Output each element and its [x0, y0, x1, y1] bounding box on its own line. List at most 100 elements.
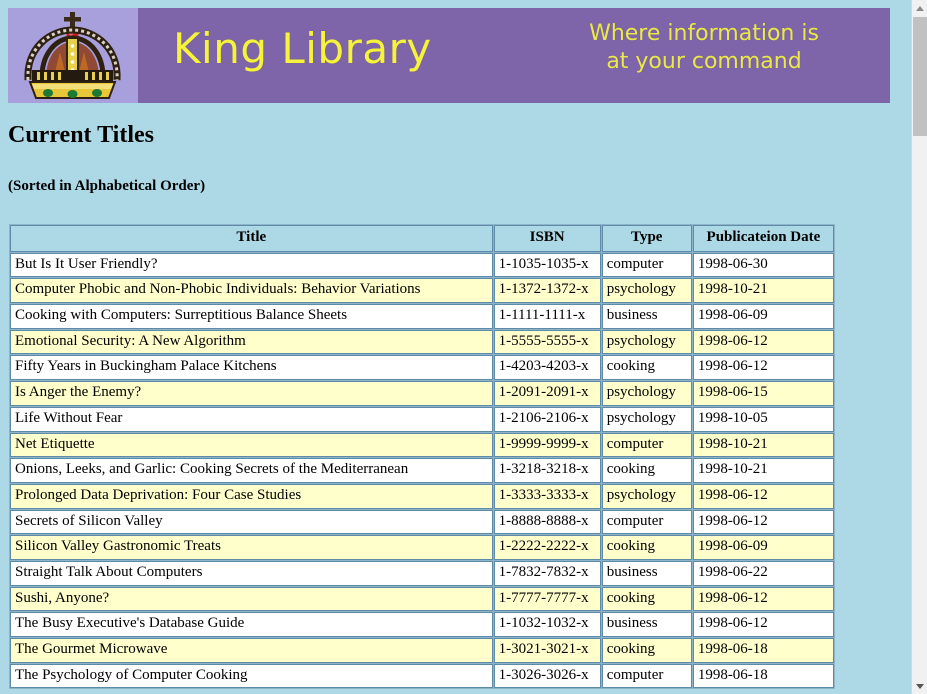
cell-type: business: [601, 304, 692, 329]
cell-isbn: 1-1035-1035-x: [493, 252, 601, 278]
cell-isbn: 1-5555-5555-x: [493, 329, 601, 355]
table-row: Silicon Valley Gastronomic Treats 1-2222-…: [10, 535, 834, 560]
column-header-isbn: ISBN: [493, 225, 601, 252]
cell-date: 1998-06-18: [692, 663, 834, 689]
table-row: Emotional Security: A New Algorithm 1-555…: [10, 329, 834, 355]
table-header-row: Title ISBN Type Publicateion Date: [10, 225, 834, 252]
cell-date: 1998-10-21: [692, 458, 834, 483]
cell-type: cooking: [601, 355, 692, 381]
current-titles-table: Title ISBN Type Publicateion Date But Is…: [9, 224, 835, 690]
table-row: Onions, Leeks, and Garlic: Cooking Secre…: [10, 458, 834, 483]
cell-title: The Gourmet Microwave: [10, 638, 493, 663]
table-row: The Gourmet Microwave 1-3021-3021-x cookin…: [10, 638, 834, 663]
cell-title: Life Without Fear: [10, 406, 493, 432]
cell-title: Prolonged Data Deprivation: Four Case St…: [10, 483, 493, 509]
banner-tagline: Where information is at your command: [534, 20, 874, 76]
cell-date: 1998-06-12: [692, 612, 834, 637]
table-row: Secrets of Silicon Valley 1-8888-8888-x co…: [10, 509, 834, 535]
table-row: Computer Phobic and Non-Phobic Individua…: [10, 278, 834, 304]
cell-isbn: 1-3026-3026-x: [493, 663, 601, 689]
cell-title: Emotional Security: A New Algorithm: [10, 329, 493, 355]
cell-title: Silicon Valley Gastronomic Treats: [10, 535, 493, 560]
page-viewport: King Library Where information is at you…: [0, 0, 911, 694]
cell-type: psychology: [601, 278, 692, 304]
table-row: Net Etiquette 1-9999-9999-x computer 1998-1…: [10, 432, 834, 458]
cell-date: 1998-06-15: [692, 381, 834, 406]
cell-type: cooking: [601, 586, 692, 612]
cell-date: 1998-06-12: [692, 483, 834, 509]
cell-title: Computer Phobic and Non-Phobic Individua…: [10, 278, 493, 304]
cell-type: computer: [601, 663, 692, 689]
cell-date: 1998-10-21: [692, 278, 834, 304]
scrollbar-thumb[interactable]: [913, 17, 927, 136]
cell-title: Onions, Leeks, and Garlic: Cooking Secre…: [10, 458, 493, 483]
cell-date: 1998-06-30: [692, 252, 834, 278]
table-row: Fifty Years in Buckingham Palace Kitchen…: [10, 355, 834, 381]
brand-title: King Library: [173, 24, 432, 73]
cell-date: 1998-06-12: [692, 586, 834, 612]
table-row: Prolonged Data Deprivation: Four Case St…: [10, 483, 834, 509]
cell-type: computer: [601, 252, 692, 278]
scroll-down-arrow-icon[interactable]: [912, 678, 927, 694]
cell-type: computer: [601, 432, 692, 458]
cell-isbn: 1-7777-7777-x: [493, 586, 601, 612]
site-banner: King Library Where information is at you…: [8, 8, 890, 103]
cell-isbn: 1-3218-3218-x: [493, 458, 601, 483]
cell-date: 1998-06-12: [692, 329, 834, 355]
cell-date: 1998-06-22: [692, 560, 834, 586]
cell-isbn: 1-1032-1032-x: [493, 612, 601, 637]
cell-isbn: 1-3333-3333-x: [493, 483, 601, 509]
table-row: Sushi, Anyone? 1-7777-7777-x cooking 1998-0…: [10, 586, 834, 612]
cell-isbn: 1-2222-2222-x: [493, 535, 601, 560]
cell-title: Fifty Years in Buckingham Palace Kitchen…: [10, 355, 493, 381]
cell-title: Net Etiquette: [10, 432, 493, 458]
table-row: The Busy Executive's Database Guide 1-103…: [10, 612, 834, 637]
cell-date: 1998-10-05: [692, 406, 834, 432]
crown-icon: [24, 12, 121, 99]
cell-date: 1998-10-21: [692, 432, 834, 458]
cell-isbn: 1-4203-4203-x: [493, 355, 601, 381]
cell-isbn: 1-2106-2106-x: [493, 406, 601, 432]
cell-isbn: 1-1372-1372-x: [493, 278, 601, 304]
column-header-date: Publicateion Date: [692, 225, 834, 252]
cell-type: cooking: [601, 535, 692, 560]
scroll-up-arrow-icon[interactable]: [912, 0, 927, 16]
cell-type: psychology: [601, 483, 692, 509]
cell-date: 1998-06-12: [692, 355, 834, 381]
cell-type: psychology: [601, 406, 692, 432]
cell-title: But Is It User Friendly?: [10, 252, 493, 278]
cell-type: computer: [601, 509, 692, 535]
vertical-scrollbar[interactable]: [911, 0, 927, 694]
cell-isbn: 1-2091-2091-x: [493, 381, 601, 406]
table-row: Life Without Fear 1-2106-2106-x psychology…: [10, 406, 834, 432]
cell-date: 1998-06-12: [692, 509, 834, 535]
cell-isbn: 1-8888-8888-x: [493, 509, 601, 535]
banner-text-area: King Library Where information is at you…: [138, 8, 890, 103]
tagline-line-2: at your command: [606, 49, 802, 75]
cell-isbn: 1-1111-1111-x: [493, 304, 601, 329]
column-header-type: Type: [601, 225, 692, 252]
cell-title: Sushi, Anyone?: [10, 586, 493, 612]
cell-isbn: 1-7832-7832-x: [493, 560, 601, 586]
cell-type: cooking: [601, 638, 692, 663]
table-row: The Psychology of Computer Cooking 1-3026…: [10, 663, 834, 689]
column-header-title: Title: [10, 225, 493, 252]
cell-title: Is Anger the Enemy?: [10, 381, 493, 406]
table-row: Is Anger the Enemy? 1-2091-2091-x psycholo…: [10, 381, 834, 406]
library-logo: [8, 8, 138, 103]
cell-title: The Psychology of Computer Cooking: [10, 663, 493, 689]
scroll-down-arrow-glyph: [915, 683, 924, 689]
table-row: Cooking with Computers: Surreptitious Ba…: [10, 304, 834, 329]
cell-title: Secrets of Silicon Valley: [10, 509, 493, 535]
tagline-line-1: Where information is: [589, 21, 819, 46]
scroll-up-arrow-glyph: [915, 5, 924, 11]
table-row: Straight Talk About Computers 1-7832-7832…: [10, 560, 834, 586]
cell-type: business: [601, 612, 692, 637]
cell-type: business: [601, 560, 692, 586]
table-body: But Is It User Friendly? 1-1035-1035-x com…: [10, 252, 834, 689]
cell-isbn: 1-9999-9999-x: [493, 432, 601, 458]
cell-type: psychology: [601, 381, 692, 406]
cell-isbn: 1-3021-3021-x: [493, 638, 601, 663]
page-title: Current Titles: [8, 122, 155, 148]
cell-date: 1998-06-18: [692, 638, 834, 663]
